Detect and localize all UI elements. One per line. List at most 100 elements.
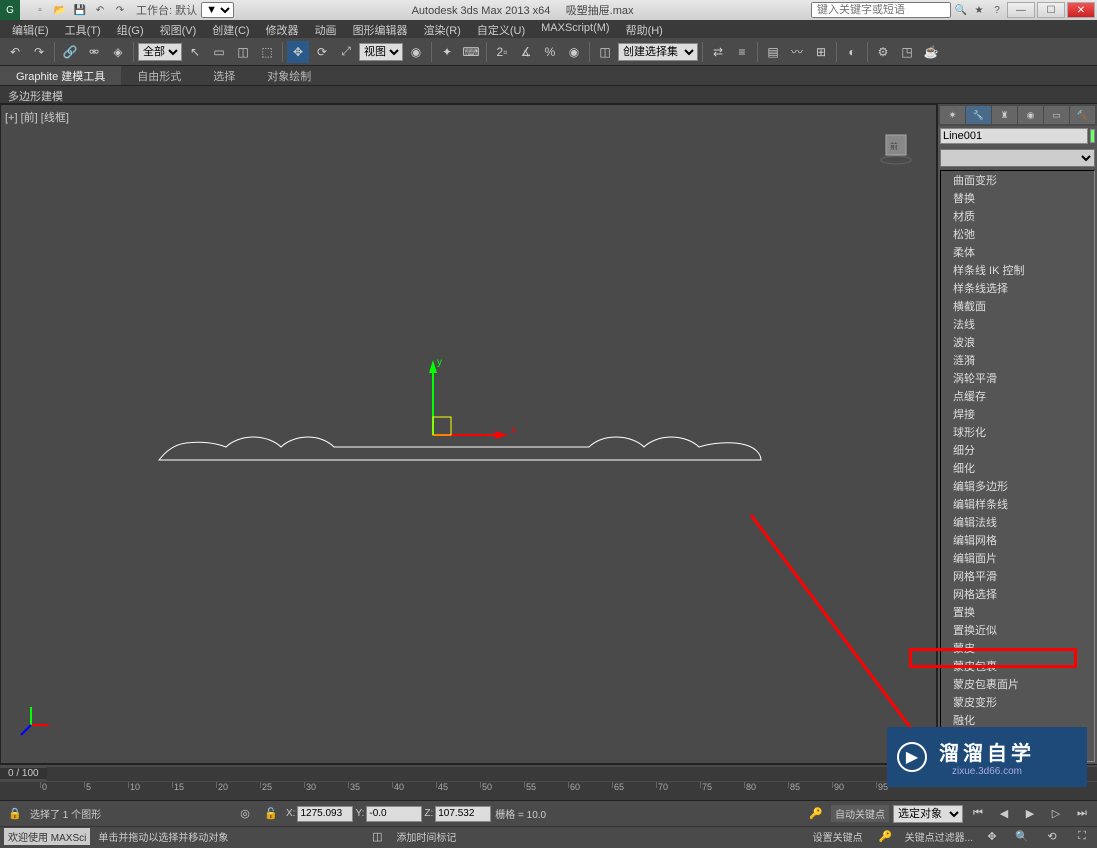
unlink-icon[interactable]: ⚮ xyxy=(83,41,105,63)
modifier-item[interactable]: 编辑样条线 xyxy=(941,495,1094,513)
search-input[interactable] xyxy=(811,2,951,18)
x-input[interactable] xyxy=(297,806,353,822)
modifier-item[interactable]: 柔体 xyxy=(941,243,1094,261)
ribbon-graphite[interactable]: Graphite 建模工具 xyxy=(0,66,121,85)
modifier-item[interactable]: 球形化 xyxy=(941,423,1094,441)
modifier-item[interactable]: 蒙皮变形 xyxy=(941,693,1094,711)
selection-lock-icon[interactable]: 🔓 xyxy=(260,803,282,825)
modifier-item[interactable]: 编辑多边形 xyxy=(941,477,1094,495)
modifier-item[interactable]: 涟漪 xyxy=(941,351,1094,369)
modifier-item[interactable]: 网格平滑 xyxy=(941,567,1094,585)
modifier-item[interactable]: 点缓存 xyxy=(941,387,1094,405)
render-frame-icon[interactable]: ◳ xyxy=(896,41,918,63)
object-name-input[interactable] xyxy=(940,128,1088,144)
ribbon-selection[interactable]: 选择 xyxy=(197,66,251,85)
move-icon[interactable]: ✥ xyxy=(287,41,309,63)
ribbon-freeform[interactable]: 自由形式 xyxy=(121,66,197,85)
add-time-tag[interactable]: 添加时间标记 xyxy=(396,829,456,844)
nav-zoom-icon[interactable]: 🔍 xyxy=(1011,826,1033,848)
modifier-item[interactable]: 蒙皮 xyxy=(941,639,1094,657)
qat-redo-icon[interactable]: ↷ xyxy=(112,2,128,18)
selection-filter-dropdown[interactable]: 全部 xyxy=(138,43,182,61)
modifier-item[interactable]: 蒙皮包裹 xyxy=(941,657,1094,675)
rotate-icon[interactable]: ⟳ xyxy=(311,41,333,63)
mirror-icon[interactable]: ⇄ xyxy=(707,41,729,63)
snap-percent-icon[interactable]: % xyxy=(539,41,561,63)
modifier-item[interactable]: 网格选择 xyxy=(941,585,1094,603)
modifier-item[interactable]: 样条线 IK 控制 xyxy=(941,261,1094,279)
menu-customize[interactable]: 自定义(U) xyxy=(469,20,533,38)
render-setup-icon[interactable]: ⚙ xyxy=(872,41,894,63)
modifier-item[interactable]: 细分 xyxy=(941,441,1094,459)
nav-pan-icon[interactable]: ✥ xyxy=(981,826,1003,848)
modifier-list-dropdown[interactable] xyxy=(940,149,1095,167)
play-icon[interactable]: ▶ xyxy=(1019,803,1041,825)
menu-create[interactable]: 创建(C) xyxy=(204,20,257,38)
modifier-item[interactable]: 曲面变形 xyxy=(941,171,1094,189)
qat-open-icon[interactable]: 📂 xyxy=(52,2,68,18)
manipulate-icon[interactable]: ✦ xyxy=(436,41,458,63)
create-tab-icon[interactable]: ✷ xyxy=(940,106,965,124)
y-input[interactable] xyxy=(366,806,422,822)
layers-icon[interactable]: ▤ xyxy=(762,41,784,63)
modifier-item[interactable]: 置换 xyxy=(941,603,1094,621)
modifier-list[interactable]: 曲面变形替换材质松弛柔体样条线 IK 控制样条线选择横截面法线波浪涟漪涡轮平滑点… xyxy=(940,170,1095,762)
minimize-button[interactable]: — xyxy=(1007,2,1035,18)
maxscript-listener[interactable]: 欢迎使用 MAXSci xyxy=(4,828,90,845)
curve-editor-icon[interactable]: 〰 xyxy=(786,41,808,63)
modifier-item[interactable]: 波浪 xyxy=(941,333,1094,351)
setkey-button[interactable]: 设置关键点 xyxy=(809,828,867,845)
menu-modifiers[interactable]: 修改器 xyxy=(258,20,307,38)
scale-icon[interactable]: ⤢ xyxy=(335,41,357,63)
qat-save-icon[interactable]: 💾 xyxy=(72,2,88,18)
link-icon[interactable]: 🔗 xyxy=(59,41,81,63)
menu-rendering[interactable]: 渲染(R) xyxy=(416,20,469,38)
keymode-dropdown[interactable]: 选定对象 xyxy=(893,805,963,823)
play-next-icon[interactable]: ▷ xyxy=(1045,803,1067,825)
select-name-icon[interactable]: ▭ xyxy=(208,41,230,63)
modifier-item[interactable]: 细化 xyxy=(941,459,1094,477)
comm-center-icon[interactable]: ◫ xyxy=(366,826,388,848)
modify-tab-icon[interactable]: 🔧 xyxy=(966,106,991,124)
favorite-icon[interactable]: ★ xyxy=(971,2,987,18)
modifier-item[interactable]: 法线 xyxy=(941,315,1094,333)
select-region-icon[interactable]: ◫ xyxy=(232,41,254,63)
modifier-item[interactable]: 编辑法线 xyxy=(941,513,1094,531)
menu-edit[interactable]: 编辑(E) xyxy=(4,20,57,38)
pivot-icon[interactable]: ◉ xyxy=(405,41,427,63)
nav-max-icon[interactable]: ⛶ xyxy=(1071,826,1093,848)
modifier-item[interactable]: 涡轮平滑 xyxy=(941,369,1094,387)
key-icon[interactable]: 🔑 xyxy=(805,803,827,825)
modifier-item[interactable]: 焊接 xyxy=(941,405,1094,423)
named-sel-icon[interactable]: ◫ xyxy=(594,41,616,63)
select-icon[interactable]: ↖ xyxy=(184,41,206,63)
play-end-icon[interactable]: ⏭ xyxy=(1071,803,1093,825)
selection-set-dropdown[interactable]: 创建选择集 xyxy=(618,43,698,61)
snap-angle-icon[interactable]: ∡ xyxy=(515,41,537,63)
binoculars-icon[interactable]: 🔍 xyxy=(953,2,969,18)
keyboard-shortcut-icon[interactable]: ⌨ xyxy=(460,41,482,63)
qat-new-icon[interactable]: ▫ xyxy=(32,2,48,18)
redo-icon[interactable]: ↷ xyxy=(28,41,50,63)
modifier-item[interactable]: 样条线选择 xyxy=(941,279,1094,297)
schematic-icon[interactable]: ⊞ xyxy=(810,41,832,63)
modifier-item[interactable]: 替换 xyxy=(941,189,1094,207)
modifier-item[interactable]: 横截面 xyxy=(941,297,1094,315)
close-button[interactable]: ✕ xyxy=(1067,2,1095,18)
viewport[interactable]: [+] [前] [线框] y x 前 xyxy=(0,104,937,764)
menu-group[interactable]: 组(G) xyxy=(109,20,152,38)
menu-tools[interactable]: 工具(T) xyxy=(57,20,109,38)
modifier-item[interactable]: 松弛 xyxy=(941,225,1094,243)
hierarchy-tab-icon[interactable]: ♜ xyxy=(992,106,1017,124)
material-editor-icon[interactable]: ◐ xyxy=(841,41,863,63)
modifier-item[interactable]: 编辑网格 xyxy=(941,531,1094,549)
object-color-swatch[interactable] xyxy=(1090,129,1095,143)
menu-views[interactable]: 视图(V) xyxy=(152,20,205,38)
app-icon[interactable]: G xyxy=(0,0,20,20)
bind-icon[interactable]: ◈ xyxy=(107,41,129,63)
modifier-item[interactable]: 蒙皮包裹面片 xyxy=(941,675,1094,693)
window-crossing-icon[interactable]: ⬚ xyxy=(256,41,278,63)
motion-tab-icon[interactable]: ◉ xyxy=(1018,106,1043,124)
lock-icon[interactable]: 🔒 xyxy=(4,803,26,825)
snap-2d-icon[interactable]: 2▫ xyxy=(491,41,513,63)
